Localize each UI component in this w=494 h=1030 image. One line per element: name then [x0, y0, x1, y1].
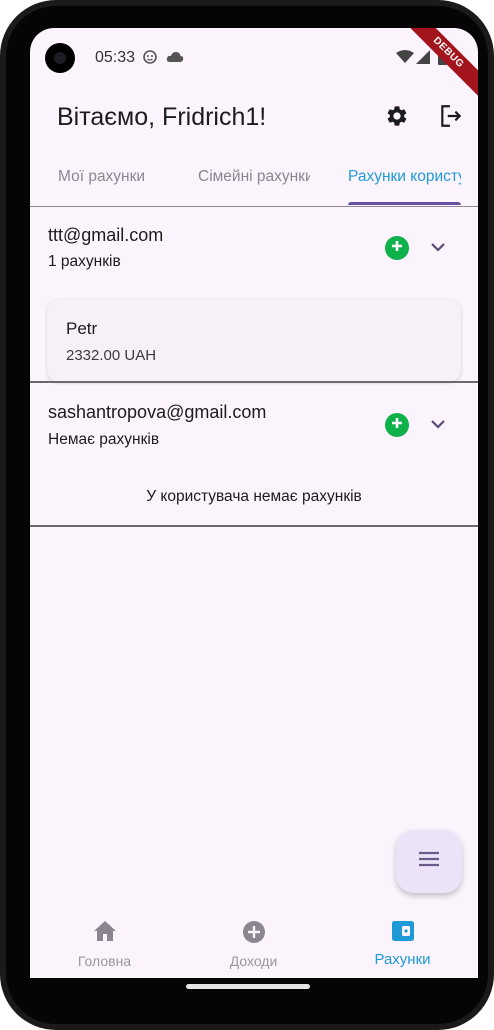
expand-button[interactable] — [427, 414, 449, 436]
tab-my-accounts[interactable]: Мої рахунки — [58, 168, 158, 186]
logout-icon — [438, 103, 464, 134]
plus-icon — [390, 239, 404, 258]
user-email: ttt@gmail.com — [48, 225, 164, 245]
signal-icon — [416, 50, 430, 69]
nav-income[interactable]: Доходи — [179, 906, 328, 978]
user-account-count: 1 рахунків — [48, 253, 121, 270]
face-icon — [143, 50, 157, 69]
chevron-down-icon — [430, 416, 446, 434]
nav-label: Головна — [77, 953, 132, 969]
logout-button[interactable] — [436, 103, 466, 133]
account-tabs: Мої рахунки Сімейні рахунки Рахунки кори… — [30, 156, 478, 207]
wallet-icon — [391, 920, 415, 947]
empty-accounts-message: У користувача немає рахунків — [146, 488, 362, 505]
settings-button[interactable] — [382, 103, 412, 133]
tab-family-accounts[interactable]: Сімейні рахунки — [198, 168, 310, 186]
nav-home[interactable]: Головна — [30, 906, 179, 978]
front-camera — [45, 43, 75, 73]
gear-icon — [385, 104, 409, 133]
group-divider — [30, 381, 478, 383]
account-name: Petr — [66, 319, 98, 338]
chevron-down-icon — [430, 239, 446, 257]
bottom-navigation: Головна Доходи Рахунки — [30, 906, 478, 978]
plus-icon — [390, 416, 404, 435]
user-email: sashantropova@gmail.com — [48, 402, 267, 422]
tab-indicator — [348, 202, 461, 205]
nav-label: Рахунки — [374, 951, 431, 968]
expand-button[interactable] — [427, 237, 449, 259]
add-circle-icon — [242, 920, 266, 949]
phone-bezel: 05:33 DEBUG Вітаємо, Fridrich1! Мої раху… — [6, 6, 488, 1024]
add-account-button[interactable] — [385, 236, 409, 260]
tab-user-accounts[interactable]: Рахунки користувачів — [348, 168, 461, 186]
cloud-icon — [166, 50, 184, 69]
app-screen: 05:33 DEBUG Вітаємо, Fridrich1! Мої раху… — [30, 28, 478, 978]
greeting-title: Вітаємо, Fridrich1! — [57, 103, 267, 131]
group-divider — [30, 525, 478, 527]
menu-fab[interactable] — [396, 830, 462, 893]
nav-accounts[interactable]: Рахунки — [328, 906, 477, 978]
wifi-icon — [396, 50, 414, 69]
home-icon — [93, 920, 117, 947]
status-time: 05:33 — [95, 49, 136, 66]
menu-icon — [418, 851, 440, 872]
add-account-button[interactable] — [385, 413, 409, 437]
account-balance: 2332.00 UAH — [66, 347, 157, 364]
user-account-count: Немає рахунків — [48, 431, 160, 448]
account-card[interactable]: Petr 2332.00 UAH — [47, 299, 461, 382]
home-indicator[interactable] — [186, 984, 310, 989]
phone-frame: 05:33 DEBUG Вітаємо, Fridrich1! Мої раху… — [0, 0, 494, 1030]
nav-label: Доходи — [229, 953, 278, 969]
